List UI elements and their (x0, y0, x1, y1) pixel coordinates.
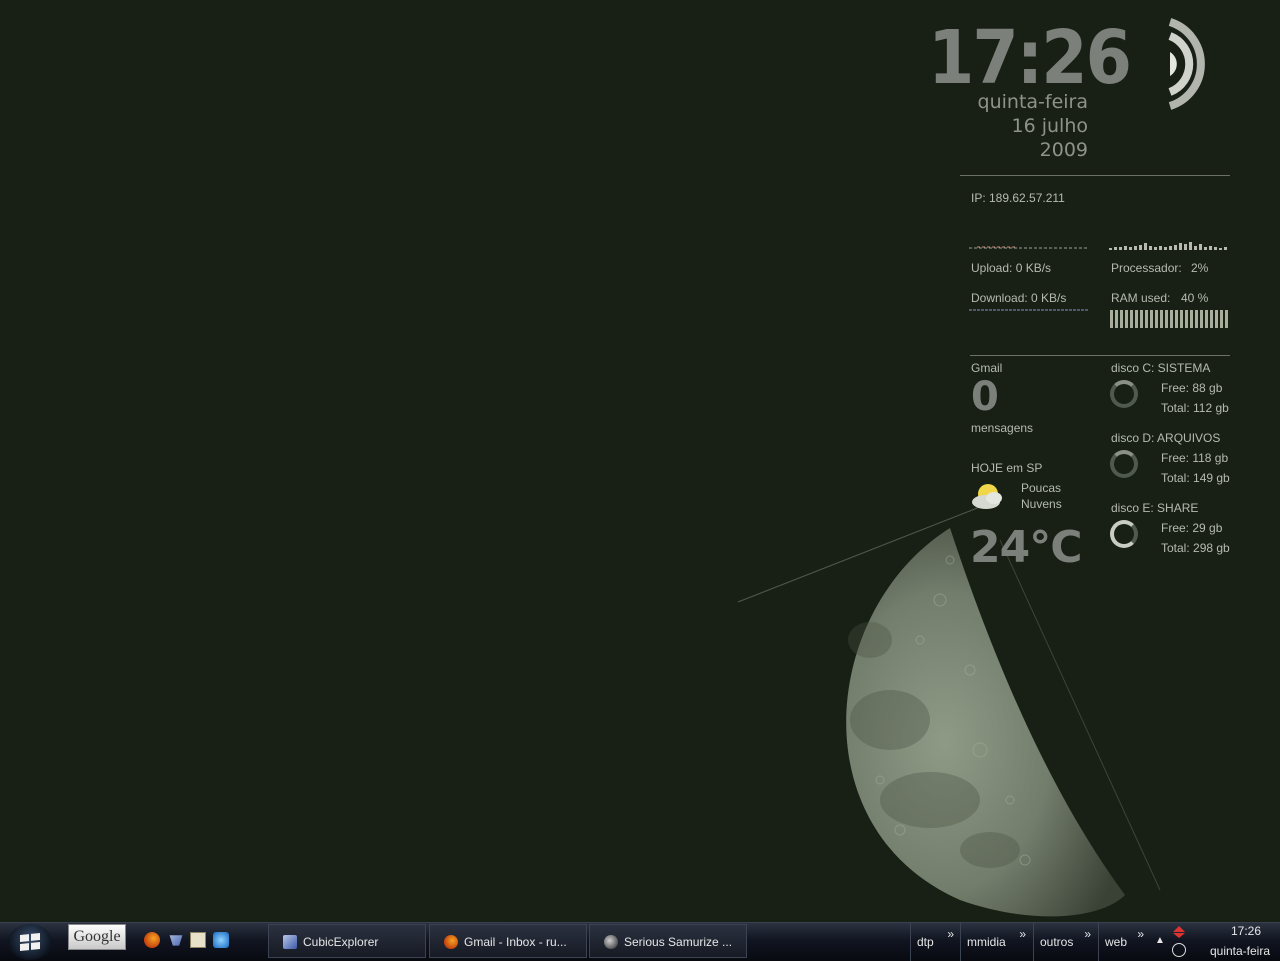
cubicexplorer-icon (283, 935, 297, 949)
weather-temperature: 24°C (970, 522, 1083, 573)
gmail-label: Gmail (971, 361, 1003, 375)
clock-time: 17:26 (928, 15, 1132, 101)
chevron-icon[interactable]: » (1019, 915, 1026, 953)
disk-c-free: Free: 88 gb (1161, 381, 1223, 395)
taskbar-window-cubicexplorer[interactable]: CubicExplorer (268, 924, 426, 958)
toolbar-dtp[interactable]: dtp» (910, 923, 958, 961)
download-rate: Download: 0 KB/s (971, 291, 1067, 305)
tray-clock[interactable]: 17:26 quinta-feira (1200, 923, 1280, 958)
firefox-icon (444, 935, 458, 949)
ram-label: RAM used: (1111, 291, 1171, 305)
gmail-count: 0 (971, 374, 999, 420)
disk-e-free: Free: 29 gb (1161, 521, 1223, 535)
browser-icon[interactable] (213, 932, 229, 948)
cpu-graph (1109, 242, 1227, 250)
start-button[interactable] (8, 924, 52, 960)
divider-middle (970, 355, 1230, 356)
gmail-unit: mensagens (971, 421, 1034, 435)
taskbar-window-samurize[interactable]: Serious Samurize ... (589, 924, 747, 958)
clock-year: 2009 (1039, 139, 1088, 161)
logo-icon (1168, 18, 1205, 110)
toolbar-web[interactable]: web» (1098, 923, 1148, 961)
taskbar-window-label: CubicExplorer (303, 935, 379, 949)
upload-rate: Upload: 0 KB/s (971, 261, 1052, 275)
network-tray-icon[interactable] (1172, 925, 1186, 939)
cpu-label: Processador: (1111, 261, 1182, 275)
taskbar-window-label: Serious Samurize ... (624, 935, 733, 949)
cubicexplorer-quicklaunch-icon[interactable] (169, 935, 183, 946)
clock-weekday: quinta-feira (977, 91, 1088, 113)
taskbar-window-label: Gmail - Inbox - ru... (464, 935, 567, 949)
upload-graph (969, 246, 1089, 249)
download-graph (969, 309, 1089, 311)
ram-meter (1110, 310, 1228, 328)
partly-cloudy-icon (972, 484, 1002, 509)
disk-d-label: disco D: ARQUIVOS (1111, 431, 1221, 445)
disk-c-total: Total: 112 gb (1161, 401, 1229, 415)
weather-condition-2: Nuvens (1021, 497, 1062, 511)
tray-expand-icon[interactable]: ▲ (1155, 935, 1165, 946)
chevron-icon[interactable]: » (947, 915, 954, 953)
taskbar-window-gmail[interactable]: Gmail - Inbox - ru... (429, 924, 587, 958)
disk-d-total: Total: 149 gb (1161, 471, 1230, 485)
disk-c-usage-ring (1110, 380, 1138, 408)
ip-address: IP: 189.62.57.211 (971, 191, 1065, 205)
disk-c-label: disco C: SISTEMA (1111, 361, 1211, 375)
google-search-button[interactable]: Google (68, 924, 126, 950)
disk-e-total: Total: 298 gb (1161, 541, 1230, 555)
toolbar-label: dtp (917, 935, 934, 949)
toolbar-mmidia[interactable]: mmidia» (960, 923, 1030, 961)
windows-logo-icon (20, 932, 40, 952)
disk-e-label: disco E: SHARE (1111, 501, 1199, 515)
weather-condition-1: Poucas (1021, 481, 1062, 495)
toolbar-label: mmidia (967, 935, 1006, 949)
notepad-icon[interactable] (190, 932, 206, 948)
toolbar-label: web (1105, 935, 1128, 949)
disk-d-usage-ring (1110, 450, 1138, 478)
tray-time: 17:26 (1230, 924, 1262, 938)
weather-label: HOJE em SP (971, 461, 1043, 475)
taskbar: Google CubicExplorer Gmail - Inbox - ru.… (0, 922, 1280, 961)
samurize-icon (604, 935, 618, 949)
volume-tray-icon[interactable] (1172, 943, 1186, 957)
toolbar-label: outros (1040, 935, 1074, 949)
cpu-value: 2% (1191, 261, 1209, 275)
disk-d-free: Free: 118 gb (1161, 451, 1229, 465)
ram-value: 40 % (1181, 291, 1209, 305)
tray-day: quinta-feira (1209, 944, 1271, 958)
divider-top (960, 175, 1230, 176)
disk-e-usage-ring (1110, 520, 1138, 548)
clock-date: 16 julho (1011, 115, 1088, 137)
chevron-icon[interactable]: » (1084, 915, 1091, 953)
firefox-icon[interactable] (144, 932, 160, 948)
desktop: 17:26 quinta-feira 16 julho 2009 IP: 189… (0, 0, 1280, 922)
chevron-icon[interactable]: » (1137, 915, 1144, 953)
toolbar-outros[interactable]: outros» (1033, 923, 1095, 961)
